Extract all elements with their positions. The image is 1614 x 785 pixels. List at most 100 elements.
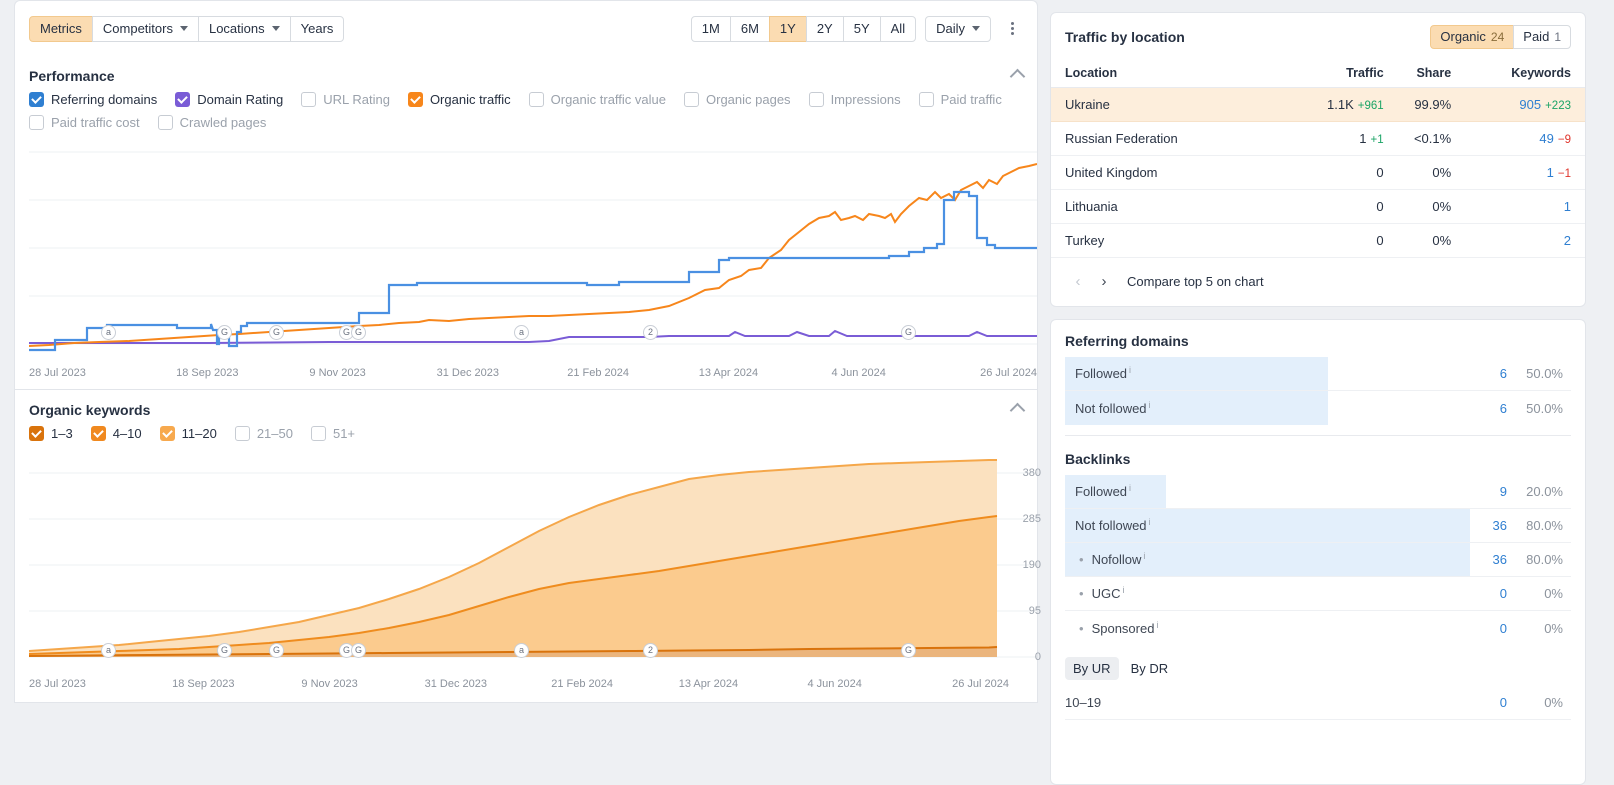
info-icon[interactable]: i [1129,366,1131,375]
metric-row-followed[interactable]: Followed i 9 20.0% [1065,475,1571,509]
x-tick: 4 Jun 2024 [811,367,907,379]
distribution-row[interactable]: 10–19 0 0% [1065,686,1571,720]
event-marker[interactable]: a [514,643,529,658]
checkbox-organic-pages[interactable]: Organic pages [684,92,791,107]
info-icon[interactable]: i [1129,484,1131,493]
performance-chart[interactable]: a G G G G a 2 G [29,140,1037,365]
tab-by-ur[interactable]: By UR [1065,657,1119,680]
range-1m[interactable]: 1M [691,16,731,42]
tab-years[interactable]: Years [290,16,345,42]
event-marker[interactable]: a [101,643,116,658]
location-table-head: Location Traffic Share Keywords [1051,59,1585,88]
metric-row-not-followed[interactable]: Not followed i 36 80.0% [1065,509,1571,543]
metric-value[interactable]: 36 [1485,552,1507,567]
event-marker[interactable]: a [514,325,529,340]
tab-organic[interactable]: Organic 24 [1430,25,1514,49]
chevron-up-icon[interactable] [1010,68,1026,84]
table-row[interactable]: United Kingdom 0 0% 1−1 [1051,156,1585,190]
metric-value[interactable]: 6 [1485,366,1507,381]
metric-row-followed[interactable]: Followed i 6 50.0% [1065,357,1571,391]
event-marker[interactable]: a [101,325,116,340]
chevron-up-icon[interactable] [1010,402,1026,418]
col-keywords[interactable]: Keywords [1451,59,1585,88]
event-marker[interactable]: G [351,643,366,658]
keywords-value[interactable]: 1 [1547,165,1554,180]
checkbox-pos-11-20[interactable]: 11–20 [160,426,217,441]
metric-row-ugc[interactable]: • UGC i 0 0% [1065,577,1571,611]
metric-value[interactable]: 0 [1485,586,1507,601]
range-6m[interactable]: 6M [730,16,770,42]
tab-by-dr[interactable]: By DR [1123,657,1177,680]
checkbox-domain-rating[interactable]: Domain Rating [175,92,283,107]
checkbox-organic-traffic[interactable]: Organic traffic [408,92,511,107]
event-marker[interactable]: G [217,643,232,658]
checkbox-pos-4-10[interactable]: 4–10 [91,426,142,441]
range-all[interactable]: All [880,16,916,42]
keywords-value[interactable]: 1 [1564,199,1571,214]
checkbox-pos-21-50[interactable]: 21–50 [235,426,293,441]
range-5y[interactable]: 5Y [843,16,881,42]
event-marker[interactable]: G [901,643,916,658]
event-marker[interactable]: G [269,643,284,658]
checkbox-url-rating[interactable]: URL Rating [301,92,390,107]
checkbox-referring-domains[interactable]: Referring domains [29,92,157,107]
metric-value[interactable]: 9 [1485,484,1507,499]
col-traffic[interactable]: Traffic [1281,59,1384,88]
granularity-dropdown[interactable]: Daily [925,16,991,42]
cell-location[interactable]: Turkey [1051,224,1281,258]
checkbox-paid-traffic-cost[interactable]: Paid traffic cost [29,115,140,130]
compare-top-5-link[interactable]: Compare top 5 on chart [1127,274,1264,289]
event-marker[interactable]: G [901,325,916,340]
metric-value[interactable]: 0 [1485,621,1507,636]
info-icon[interactable]: i [1143,552,1145,561]
checkbox-paid-traffic[interactable]: Paid traffic [919,92,1002,107]
keywords-value[interactable]: 49 [1539,131,1553,146]
event-marker[interactable]: 2 [643,325,658,340]
info-icon[interactable]: i [1149,401,1151,410]
cell-location[interactable]: Ukraine [1051,88,1281,122]
table-row[interactable]: Ukraine 1.1K+961 99.9% 905+223 [1051,88,1585,122]
traffic-delta: +1 [1371,134,1384,146]
metric-row-nofollow[interactable]: • Nofollow i 36 80.0% [1065,543,1571,577]
range-1y[interactable]: 1Y [769,16,807,42]
event-marker[interactable]: G [269,325,284,340]
tab-competitors[interactable]: Competitors [92,16,199,42]
event-marker[interactable]: G [217,325,232,340]
col-share[interactable]: Share [1384,59,1452,88]
event-marker[interactable]: 2 [643,643,658,658]
info-icon[interactable]: i [1149,518,1151,527]
cell-location[interactable]: Lithuania [1051,190,1281,224]
checkbox-pos-51-plus[interactable]: 51+ [311,426,355,441]
tab-paid[interactable]: Paid 1 [1513,25,1571,49]
metric-row-not-followed[interactable]: Not followed i 6 50.0% [1065,391,1571,425]
referring-domains-title: Referring domains [1051,320,1585,357]
event-marker[interactable]: G [351,325,366,340]
distribution-value[interactable]: 0 [1485,695,1507,710]
cell-location[interactable]: United Kingdom [1051,156,1281,190]
x-tick: 21 Feb 2024 [550,367,646,379]
x-tick: 9 Nov 2023 [282,678,378,690]
info-icon[interactable]: i [1156,621,1158,630]
keywords-value[interactable]: 2 [1564,233,1571,248]
tab-metrics[interactable]: Metrics [29,16,93,42]
metric-value[interactable]: 36 [1485,518,1507,533]
checkbox-crawled-pages[interactable]: Crawled pages [158,115,267,130]
tab-locations[interactable]: Locations [198,16,291,42]
chevron-left-icon[interactable]: ‹ [1065,270,1091,292]
info-icon[interactable]: i [1122,586,1124,595]
metric-value[interactable]: 6 [1485,401,1507,416]
chevron-right-icon[interactable]: › [1091,270,1117,292]
checkbox-impressions[interactable]: Impressions [809,92,901,107]
table-row[interactable]: Lithuania 0 0% 1 [1051,190,1585,224]
organic-keywords-chart[interactable]: 380 285 190 95 0 a G G G G a 2 G [29,451,1037,676]
range-2y[interactable]: 2Y [806,16,844,42]
checkbox-organic-traffic-value[interactable]: Organic traffic value [529,92,666,107]
table-row[interactable]: Turkey 0 0% 2 [1051,224,1585,258]
cell-location[interactable]: Russian Federation [1051,122,1281,156]
checkbox-pos-1-3[interactable]: 1–3 [29,426,73,441]
table-row[interactable]: Russian Federation 1+1 <0.1% 49−9 [1051,122,1585,156]
more-vertical-icon[interactable] [1001,16,1023,42]
keywords-value[interactable]: 905 [1519,97,1541,112]
col-location[interactable]: Location [1051,59,1281,88]
metric-row-sponsored[interactable]: • Sponsored i 0 0% [1065,611,1571,645]
